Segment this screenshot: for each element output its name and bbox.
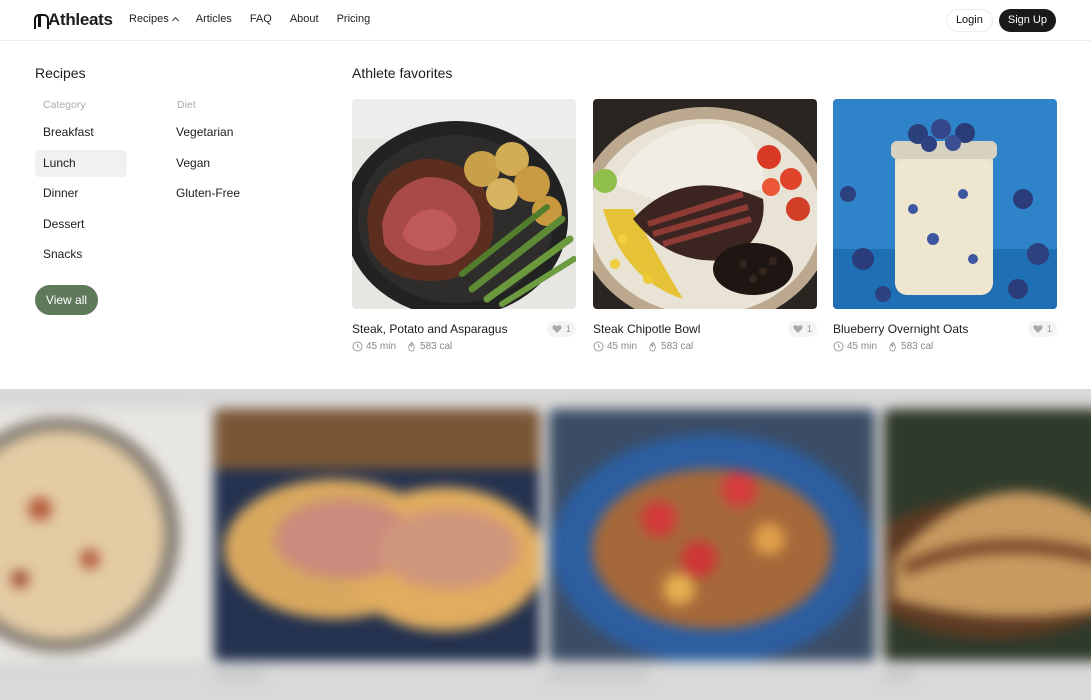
background-caption-placeholder: [214, 671, 264, 680]
category-item-breakfast[interactable]: Breakfast: [35, 119, 127, 146]
category-item-dessert[interactable]: Dessert: [35, 211, 127, 238]
nav-articles[interactable]: Articles: [196, 13, 232, 25]
flame-icon: [649, 341, 656, 352]
cook-time: 45 min: [366, 341, 397, 352]
top-nav: Athleats Recipes Articles FAQ About Pric…: [0, 0, 1091, 41]
nav-recipes[interactable]: Recipes: [129, 13, 179, 25]
main-menu: Recipes Articles FAQ About Pricing: [129, 13, 370, 25]
recipe-name: Steak, Potato and Asparagus: [352, 322, 508, 336]
calories: 583 cal: [901, 341, 934, 352]
flame-icon: [889, 341, 896, 352]
brand-logo[interactable]: Athleats: [34, 10, 113, 30]
recipe-image-steak-chipotle-bowl[interactable]: [593, 99, 817, 309]
background-recipe-image: [214, 409, 540, 661]
brand-name: Athleats: [48, 10, 113, 29]
diet-item-vegetarian[interactable]: Vegetarian: [168, 119, 288, 146]
recipe-card[interactable]: Steak, Potato and Asparagus 1 45 min 583…: [352, 99, 576, 352]
logo-icon: [34, 13, 49, 29]
likes-count: 1: [806, 323, 812, 335]
cook-time: 45 min: [607, 341, 638, 352]
diet-heading: Diet: [177, 99, 196, 111]
recipe-name: Blueberry Overnight Oats: [833, 322, 969, 336]
recipe-card[interactable]: Steak Chipotle Bowl 1 45 min 583 cal: [593, 99, 817, 352]
auth-actions: Login Sign Up: [945, 9, 1056, 32]
chevron-up-icon: [171, 16, 179, 25]
signup-button[interactable]: Sign Up: [998, 9, 1056, 32]
login-button[interactable]: Login: [945, 9, 993, 32]
category-list: Breakfast Lunch Dinner Dessert Snacks: [35, 119, 127, 272]
background-recipe-image: [549, 409, 875, 661]
recipe-name: Steak Chipotle Bowl: [593, 322, 701, 336]
calories: 583 cal: [420, 341, 453, 352]
background-caption-placeholder: [884, 671, 914, 680]
likes-badge[interactable]: 1: [787, 321, 817, 337]
diet-list: Vegetarian Vegan Gluten-Free: [168, 119, 288, 211]
background-recipe-image: [884, 409, 1091, 661]
likes-badge[interactable]: 1: [1027, 321, 1057, 337]
heart-icon: [552, 325, 562, 333]
recipe-image-steak-potato[interactable]: [352, 99, 576, 309]
blurred-background-content: [0, 389, 1091, 700]
favorites-title: Athlete favorites: [352, 65, 453, 81]
heart-icon: [1033, 325, 1043, 333]
recipe-card[interactable]: Blueberry Overnight Oats 1 45 min 583 ca…: [833, 99, 1057, 352]
nav-faq[interactable]: FAQ: [250, 13, 272, 25]
clock-icon: [833, 341, 844, 352]
diet-item-vegan[interactable]: Vegan: [168, 150, 288, 177]
category-heading: Category: [43, 99, 86, 111]
clock-icon: [593, 341, 604, 352]
recipe-image-blueberry-oats[interactable]: [833, 99, 1057, 309]
category-item-snacks[interactable]: Snacks: [35, 241, 127, 268]
nav-pricing[interactable]: Pricing: [337, 13, 371, 25]
category-item-dinner[interactable]: Dinner: [35, 180, 127, 207]
background-caption-placeholder: [549, 671, 649, 680]
recipes-dropdown-panel: Recipes Category Diet Breakfast Lunch Di…: [0, 41, 1091, 389]
blur-layer: [0, 389, 1091, 700]
background-recipe-image: [0, 409, 208, 661]
heart-icon: [793, 325, 803, 333]
nav-about[interactable]: About: [290, 13, 319, 25]
diet-item-gluten-free[interactable]: Gluten-Free: [168, 180, 288, 207]
likes-badge[interactable]: 1: [546, 321, 576, 337]
category-item-lunch[interactable]: Lunch: [35, 149, 127, 177]
view-all-button[interactable]: View all: [35, 285, 98, 315]
calories: 583 cal: [661, 341, 694, 352]
likes-count: 1: [1046, 323, 1052, 335]
clock-icon: [352, 341, 363, 352]
nav-recipes-label: Recipes: [129, 13, 169, 25]
likes-count: 1: [565, 323, 571, 335]
flame-icon: [408, 341, 415, 352]
dropdown-title: Recipes: [35, 65, 86, 81]
cook-time: 45 min: [847, 341, 878, 352]
